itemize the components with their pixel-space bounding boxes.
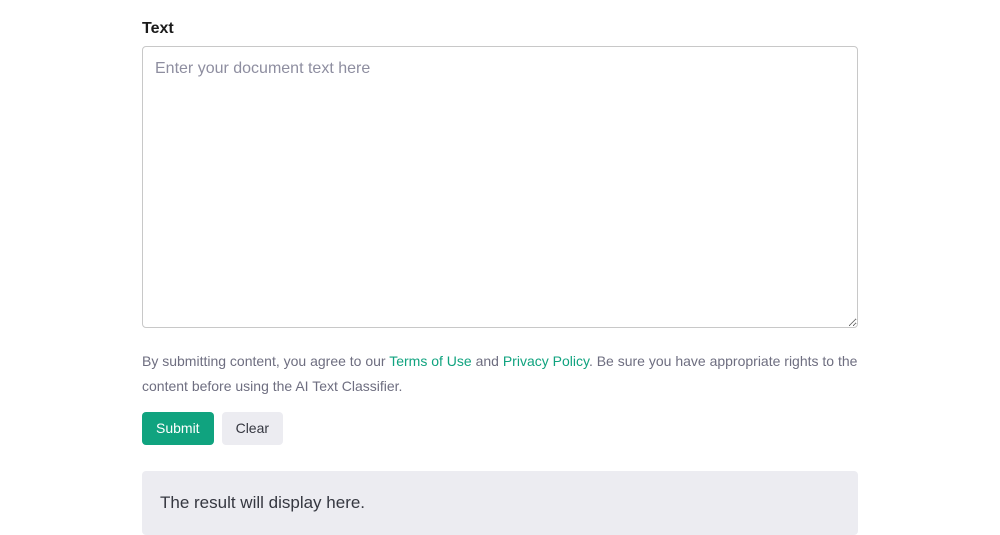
disclaimer-text: By submitting content, you agree to our … [142, 349, 858, 398]
button-row: Submit Clear [142, 412, 858, 445]
submit-button[interactable]: Submit [142, 412, 214, 445]
result-display-box: The result will display here. [142, 471, 858, 535]
text-field-label: Text [142, 20, 858, 38]
privacy-policy-link[interactable]: Privacy Policy [503, 353, 589, 369]
terms-of-use-link[interactable]: Terms of Use [389, 353, 471, 369]
document-text-input[interactable] [142, 46, 858, 328]
clear-button[interactable]: Clear [222, 412, 283, 445]
disclaimer-prefix: By submitting content, you agree to our [142, 353, 389, 369]
disclaimer-middle: and [472, 353, 503, 369]
